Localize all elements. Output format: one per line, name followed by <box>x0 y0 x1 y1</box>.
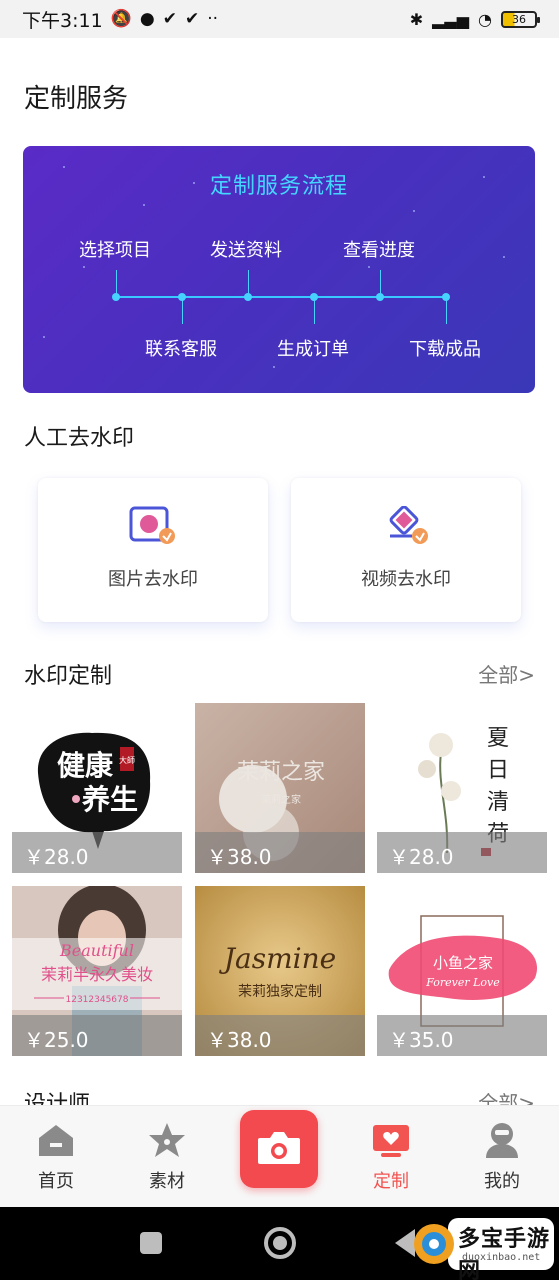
price-label: ￥38.0 <box>195 1015 365 1056</box>
art-text: 日 <box>487 758 509 783</box>
art-text: 茉莉之家 <box>237 760 325 785</box>
art-text: 小鱼之家 <box>433 954 493 972</box>
timeline-node <box>310 293 318 301</box>
recent-apps-button[interactable] <box>140 1232 162 1254</box>
site-logo-url: duoxinbao.net <box>462 1252 541 1263</box>
art-text: 清 <box>487 790 509 815</box>
wifi-icon: ◔ <box>478 9 492 29</box>
timeline-tick <box>182 298 183 324</box>
bluetooth-icon: ✱ <box>409 9 424 29</box>
timeline-node <box>442 293 450 301</box>
nav-custom[interactable]: 定制 <box>351 1106 431 1206</box>
nav-home-label: 首页 <box>38 1171 74 1192</box>
price-label: ￥35.0 <box>377 1015 547 1056</box>
home-button[interactable] <box>264 1227 296 1259</box>
camera-icon <box>258 1132 300 1164</box>
watermark-item[interactable]: 小鱼之家 Forever Love ￥35.0 <box>377 886 547 1056</box>
check-icon: ✔ <box>184 9 200 29</box>
art-text: 养生 <box>82 783 138 816</box>
timeline-tick <box>314 298 315 324</box>
art-text: 健康 <box>57 749 114 782</box>
art-text: Jasmine <box>219 942 336 975</box>
price-label: ￥25.0 <box>12 1015 182 1056</box>
art-text: Forever Love <box>425 976 500 989</box>
mute-icon: 🔕 <box>110 9 132 29</box>
art-text: Beautiful <box>59 941 134 960</box>
step-contact-service: 联系客服 <box>145 339 217 360</box>
video-watermark-removal-card[interactable]: 视频去水印 <box>291 478 521 622</box>
process-title: 定制服务流程 <box>209 174 348 199</box>
nav-profile-label: 我的 <box>484 1171 520 1192</box>
timeline-node <box>112 293 120 301</box>
section-title-manual-removal: 人工去水印 <box>24 426 135 451</box>
seal-text: 大師 <box>119 755 135 765</box>
page-title: 定制服务 <box>24 84 129 114</box>
step-download-product: 下载成品 <box>409 339 481 360</box>
art-text: 茉莉独家定制 <box>238 983 322 1000</box>
timeline-tick <box>446 298 447 324</box>
profile-icon <box>486 1123 518 1158</box>
video-watermark-icon <box>389 506 428 544</box>
process-banner[interactable]: 定制服务流程 选择项目 发送资料 查看进度 联系客服 生成订单 下载成品 <box>23 146 535 393</box>
image-watermark-label: 图片去水印 <box>108 569 198 590</box>
art-subtext: 茉莉之家 <box>261 793 301 806</box>
status-time: 下午3:11 <box>22 9 103 32</box>
site-logo-text: 多宝手游网 <box>458 1227 551 1280</box>
step-check-progress: 查看进度 <box>343 240 415 261</box>
watermark-item[interactable]: 夏 日 清 荷 ￥28.0 <box>377 703 547 873</box>
signal-icon: ▂▃▅ <box>432 9 470 29</box>
nav-materials[interactable]: 素材 <box>127 1106 207 1206</box>
camera-button[interactable] <box>240 1110 318 1188</box>
step-select-project: 选择项目 <box>79 240 151 261</box>
nav-home[interactable]: 首页 <box>16 1106 96 1206</box>
watermark-item[interactable]: 茉莉之家 茉莉之家 ￥38.0 <box>195 703 365 873</box>
custom-icon <box>373 1125 409 1157</box>
watermark-item[interactable]: Jasmine 茉莉独家定制 ￥38.0 <box>195 886 365 1056</box>
nav-materials-label: 素材 <box>149 1171 185 1192</box>
price-label: ￥28.0 <box>12 832 182 873</box>
message-icon: ● <box>139 9 155 29</box>
price-label: ￥28.0 <box>377 832 547 873</box>
section-title-watermark-custom: 水印定制 <box>24 664 113 689</box>
watermark-item[interactable]: Beautiful 茉莉半永久美妆 12312345678 ￥25.0 <box>12 886 182 1056</box>
video-watermark-label: 视频去水印 <box>361 569 451 590</box>
nav-custom-label: 定制 <box>373 1171 409 1192</box>
battery-icon: 36 <box>501 10 540 28</box>
watermark-item[interactable]: 大師 健康 养生 ￥28.0 <box>12 703 182 873</box>
timeline-node <box>376 293 384 301</box>
home-icon <box>39 1125 73 1156</box>
process-timeline <box>116 296 446 298</box>
status-bar: 下午3:11 🔕 ● ✔ ✔ ·· ✱ ▂▃▅ ◔ 36 <box>0 0 559 38</box>
check-icon: ✔ <box>162 9 177 29</box>
art-text: 12312345678 <box>66 995 129 1005</box>
watermark-see-all-link[interactable]: 全部> <box>478 659 535 688</box>
image-watermark-icon <box>129 506 175 544</box>
art-text: 茉莉半永久美妆 <box>41 965 153 984</box>
more-icon: ·· <box>207 9 218 29</box>
image-watermark-removal-card[interactable]: 图片去水印 <box>38 478 268 622</box>
bottom-navigation: 首页 素材 定制 我的 <box>0 1105 559 1207</box>
nav-profile[interactable]: 我的 <box>462 1106 542 1206</box>
step-send-materials: 发送资料 <box>210 240 282 261</box>
timeline-node <box>244 293 252 301</box>
step-generate-order: 生成订单 <box>277 339 349 360</box>
star-icon <box>149 1123 185 1157</box>
art-text: 夏 <box>487 726 509 751</box>
timeline-node <box>178 293 186 301</box>
price-label: ￥38.0 <box>195 832 365 873</box>
